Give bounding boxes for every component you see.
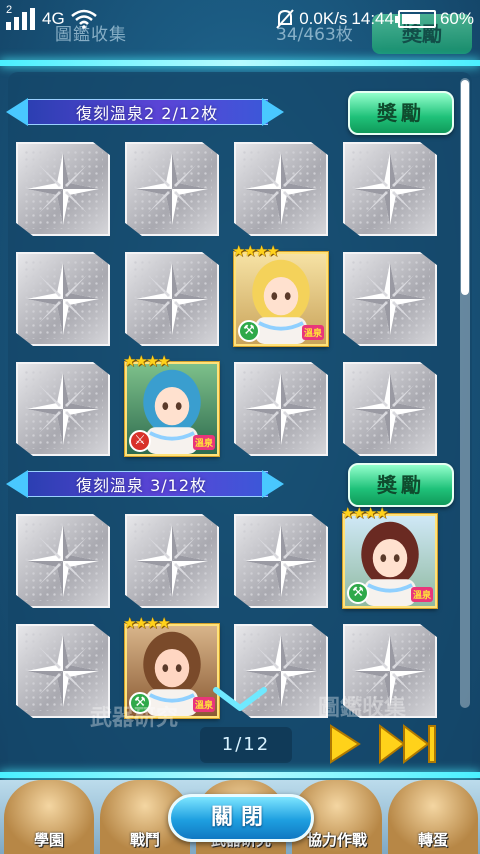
empty-card-slot[interactable] — [125, 514, 219, 608]
bg-label-collection: 圖鑑收集 — [318, 696, 407, 721]
character-card[interactable]: ★★★★ ⚔ 溫泉 — [123, 352, 219, 456]
compass-star-icon — [27, 525, 99, 597]
hammer-icon: ⚒ — [238, 320, 260, 342]
compass-star-icon — [27, 635, 99, 707]
nav-academy[interactable]: 學園 — [4, 780, 94, 854]
empty-card-slot[interactable] — [16, 252, 110, 346]
scrollbar-thumb[interactable] — [461, 80, 469, 295]
section-label: 復刻溫泉 3/12枚 — [76, 476, 208, 495]
section-header-1: 復刻溫泉2 2/12枚 — [6, 95, 284, 129]
compass-star-icon — [27, 263, 99, 335]
rarity-stars: ★★★★ — [232, 242, 280, 260]
ribbon-right-arrow-icon — [262, 98, 284, 126]
character-card[interactable]: ★★★★ ⚒ 溫泉 — [232, 242, 328, 346]
signal-icon: 2 — [6, 4, 36, 30]
empty-card-slot[interactable] — [125, 142, 219, 236]
rarity-stars: ★★★★ — [341, 504, 389, 522]
clock: 14:44 — [351, 9, 394, 28]
empty-card-slot[interactable] — [16, 514, 110, 608]
close-button[interactable]: 關閉 — [168, 794, 314, 842]
battery-icon — [394, 10, 436, 28]
section-2-reward-button[interactable]: 獎勵 — [348, 463, 454, 507]
compass-star-icon — [245, 525, 317, 597]
status-bar: 2 4G 0.0K/s 14:44 60% — [0, 0, 480, 38]
compass-star-icon — [27, 373, 99, 445]
compass-star-icon — [354, 373, 426, 445]
empty-card-slot[interactable] — [234, 514, 328, 608]
sword-icon: ⚔ — [129, 430, 151, 452]
empty-card-slot[interactable] — [234, 142, 328, 236]
last-page-button[interactable] — [378, 722, 438, 766]
bg-label-weapon: 武器研究 — [90, 706, 179, 731]
network-speed: 0.0K/s — [299, 9, 348, 28]
compass-star-icon — [136, 525, 208, 597]
compass-star-icon — [245, 373, 317, 445]
empty-card-slot[interactable] — [125, 252, 219, 346]
compass-star-icon — [27, 153, 99, 225]
nav-gacha[interactable]: 轉蛋 — [388, 780, 478, 854]
empty-card-slot[interactable] — [343, 362, 437, 456]
section-header-2: 復刻溫泉 3/12枚 — [6, 467, 284, 501]
empty-card-slot[interactable] — [16, 142, 110, 236]
compass-star-icon — [245, 153, 317, 225]
rarity-stars: ★★★★ — [123, 614, 171, 632]
page-indicator: 1/12 — [200, 727, 292, 763]
scrollbar[interactable] — [460, 78, 470, 708]
empty-card-slot[interactable] — [234, 362, 328, 456]
compass-star-icon — [354, 153, 426, 225]
compass-star-icon — [136, 263, 208, 335]
battery-percent: 60% — [439, 9, 474, 28]
scroll-down-chevron-icon[interactable] — [212, 686, 268, 712]
empty-card-slot[interactable] — [343, 252, 437, 346]
ribbon-left-arrow-icon — [6, 470, 28, 498]
rarity-stars: ★★★★ — [123, 352, 171, 370]
empty-card-slot[interactable] — [343, 142, 437, 236]
section-label: 復刻溫泉2 2/12枚 — [76, 104, 219, 123]
ribbon-right-arrow-icon — [262, 470, 284, 498]
event-tag: 溫泉 — [192, 435, 215, 450]
compass-star-icon — [136, 153, 208, 225]
wifi-icon — [70, 9, 97, 29]
ribbon-left-arrow-icon — [6, 98, 28, 126]
empty-card-slot[interactable] — [16, 362, 110, 456]
top-neon-bar — [0, 60, 480, 66]
mute-bell-icon — [276, 9, 294, 29]
section-1-reward-button[interactable]: 獎勵 — [348, 91, 454, 135]
character-card[interactable]: ★★★★ ⚒ 溫泉 — [341, 504, 437, 608]
next-page-button[interactable] — [328, 722, 362, 766]
bottom-neon-bar — [0, 772, 480, 778]
event-tag: 溫泉 — [301, 325, 324, 340]
event-tag: 溫泉 — [410, 587, 433, 602]
compass-star-icon — [354, 263, 426, 335]
hammer-icon: ⚒ — [347, 582, 369, 604]
network-type: 4G — [42, 9, 65, 28]
